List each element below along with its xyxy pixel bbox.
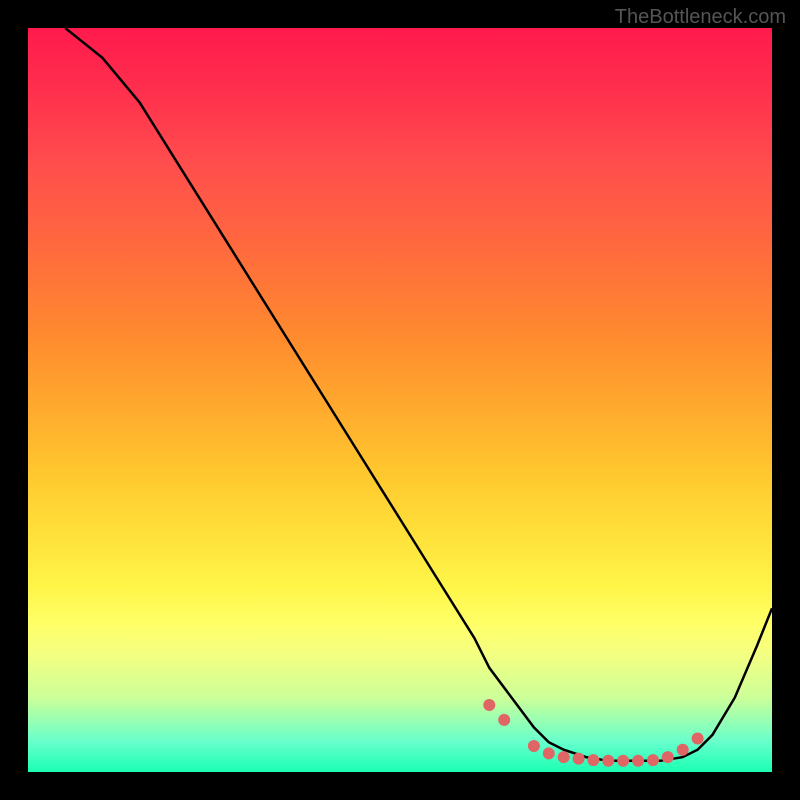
data-marker xyxy=(677,744,689,756)
data-marker xyxy=(647,754,659,766)
data-markers xyxy=(483,699,703,767)
data-marker xyxy=(662,751,674,763)
data-marker xyxy=(632,755,644,767)
data-marker xyxy=(543,747,555,759)
data-marker xyxy=(573,753,585,765)
data-marker xyxy=(692,733,704,745)
watermark-text: TheBottleneck.com xyxy=(615,6,786,29)
chart-svg xyxy=(28,28,772,772)
data-marker xyxy=(558,751,570,763)
chart-area xyxy=(28,28,772,772)
data-marker xyxy=(498,714,510,726)
data-marker xyxy=(602,755,614,767)
data-marker xyxy=(528,740,540,752)
data-marker xyxy=(617,755,629,767)
data-marker xyxy=(587,754,599,766)
curve-line xyxy=(65,28,772,761)
data-marker xyxy=(483,699,495,711)
